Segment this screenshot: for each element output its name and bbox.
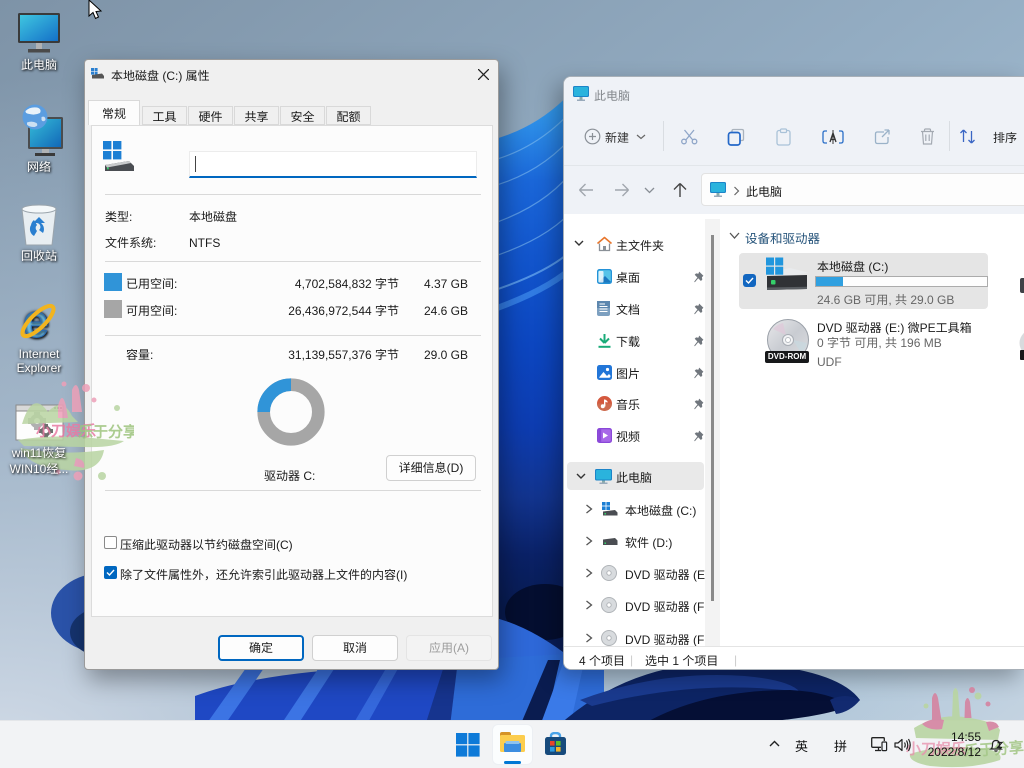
svg-text:乐于分享: 乐于分享 [78, 421, 134, 442]
